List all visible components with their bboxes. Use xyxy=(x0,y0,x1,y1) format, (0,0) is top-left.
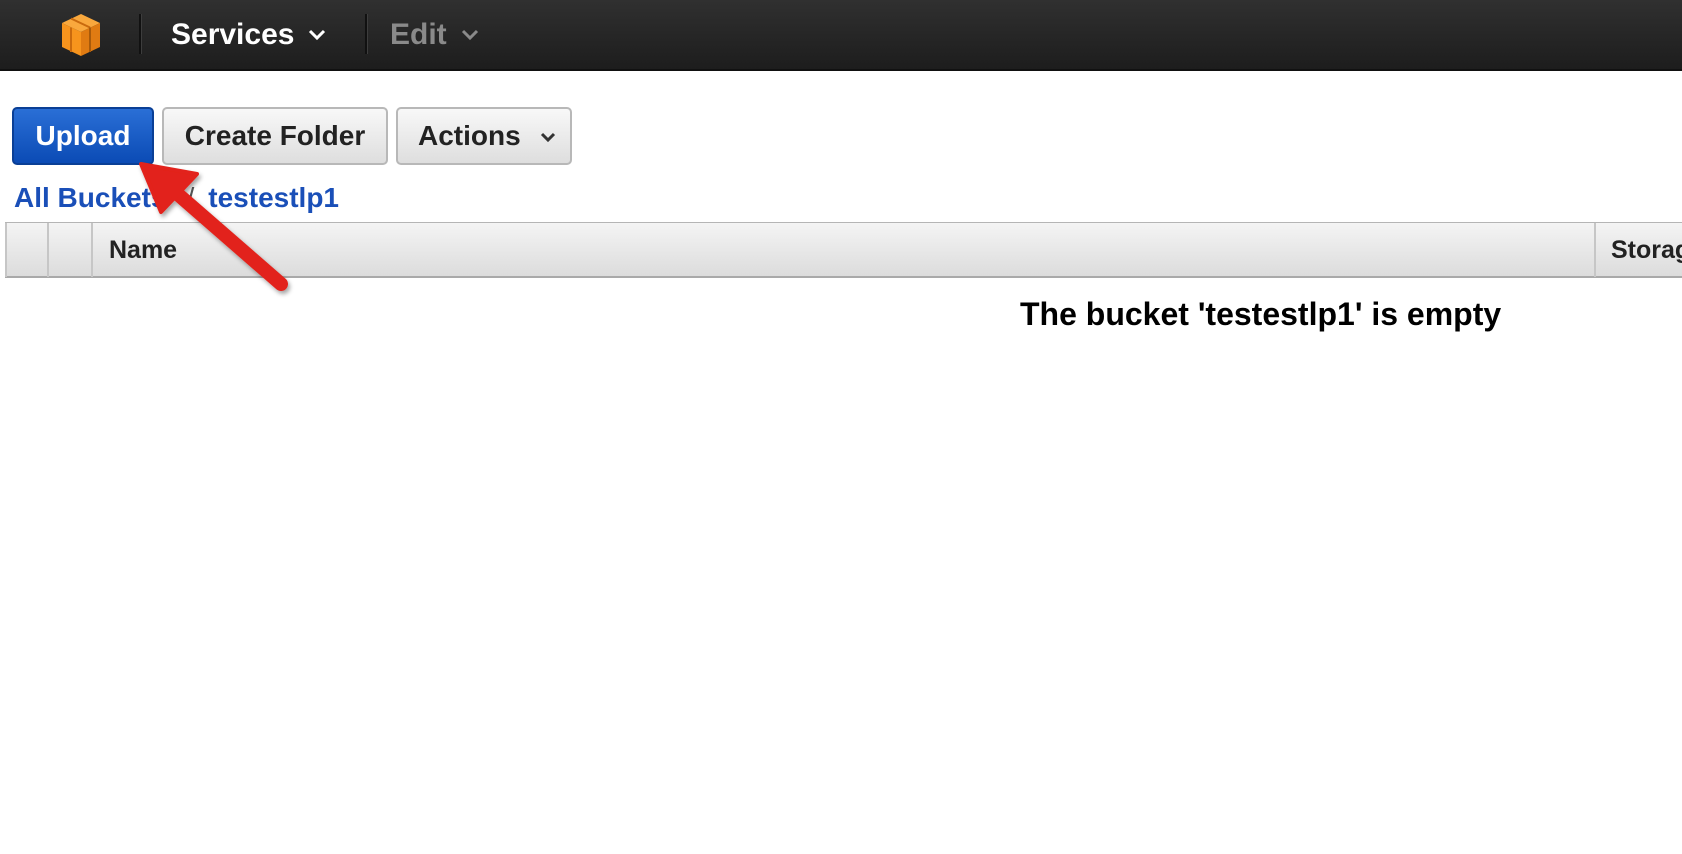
actions-dropdown-button[interactable]: Actions xyxy=(396,107,572,165)
aws-cube-icon[interactable] xyxy=(60,12,102,58)
chevron-down-icon xyxy=(309,29,326,40)
empty-bucket-message: The bucket 'testestlp1' is empty xyxy=(1020,296,1502,332)
create-folder-button[interactable]: Create Folder xyxy=(162,107,388,165)
services-menu[interactable]: Services xyxy=(171,0,326,69)
upload-button[interactable]: Upload xyxy=(12,107,154,165)
column-header-storage[interactable]: Storag xyxy=(1596,223,1682,277)
services-label: Services xyxy=(171,17,295,51)
column-header-icon[interactable] xyxy=(49,223,93,277)
chevron-down-icon xyxy=(540,132,556,143)
nav-divider xyxy=(139,14,142,54)
edit-label: Edit xyxy=(390,17,447,51)
top-nav-bar: Services Edit xyxy=(0,0,1682,71)
nav-divider xyxy=(365,14,368,54)
column-header-name[interactable]: Name xyxy=(93,223,1596,277)
column-header-storage-label: Storag xyxy=(1611,235,1682,264)
edit-menu[interactable]: Edit xyxy=(390,0,479,69)
upload-button-label: Upload xyxy=(35,120,131,151)
actions-button-label: Actions xyxy=(418,120,521,151)
column-header-select[interactable] xyxy=(5,223,49,277)
chevron-down-icon xyxy=(461,29,478,40)
create-folder-button-label: Create Folder xyxy=(184,120,366,151)
annotation-arrow-icon xyxy=(139,162,288,291)
